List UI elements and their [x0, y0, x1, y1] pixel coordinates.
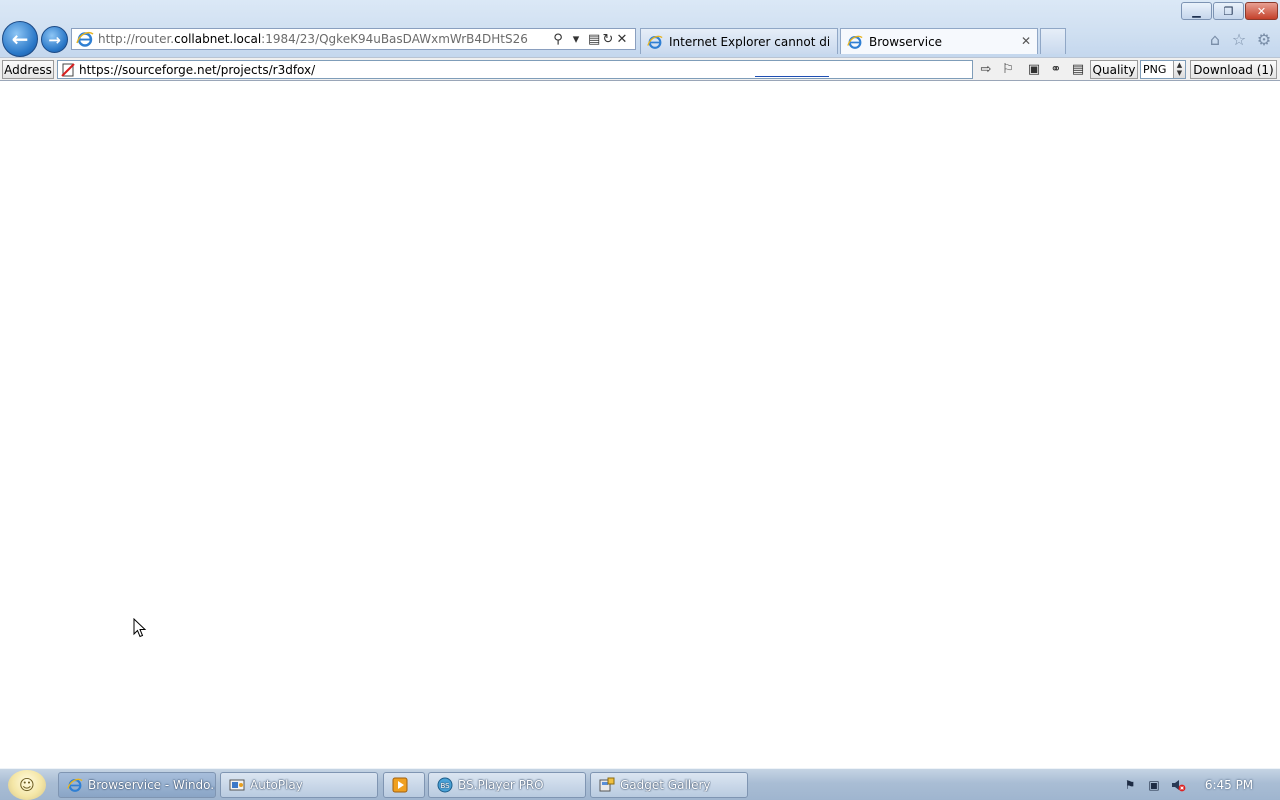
browservice-toolbar: Address ⇨ ⚐ ▣ ⚭ ▤ Quality PNG ▲▼ Downloa…: [0, 57, 1280, 81]
page-content[interactable]: [0, 76, 1280, 768]
quality-select[interactable]: PNG ▲ ▼: [1140, 60, 1186, 79]
clipboard-icon[interactable]: ▤: [1068, 60, 1088, 79]
new-tab-button[interactable]: [1040, 28, 1066, 54]
taskbar-item-label: AutoPlay: [250, 778, 303, 792]
link-underline: [755, 76, 829, 77]
ie-logo-icon: [847, 35, 863, 49]
tab-title: Internet Explorer cannot displa...: [669, 34, 829, 49]
binoculars-find-icon[interactable]: ⚭: [1046, 60, 1066, 79]
taskbar-item-browservice[interactable]: Browservice - Windo...: [58, 772, 216, 798]
taskbar: ☺ Browservice - Windo... AutoPlay BS BS.…: [0, 768, 1280, 800]
close-icon: ✕: [1256, 4, 1267, 18]
restore-button[interactable]: ❐: [1213, 2, 1244, 20]
back-button[interactable]: ←: [2, 21, 38, 57]
url-rest: :1984/23/QgkeK94uBasDAWxmWrB4DHtS26OONJg…: [261, 32, 528, 46]
address-label: Address: [2, 60, 54, 79]
url-bar[interactable]: http://router.collabnet.local:1984/23/Qg…: [71, 28, 636, 50]
search-icon[interactable]: ⚲: [552, 32, 564, 47]
taskbar-item-label: Browservice - Windo...: [88, 778, 215, 792]
spinner-icon[interactable]: ▲ ▼: [1173, 61, 1185, 78]
refresh-icon[interactable]: ↻: [602, 32, 614, 47]
taskbar-item-media-player[interactable]: [383, 772, 425, 798]
favorites-star-icon[interactable]: ☆: [1229, 29, 1249, 49]
address-field[interactable]: [57, 60, 973, 79]
home-icon[interactable]: ⌂: [1205, 29, 1225, 49]
media-player-icon: [392, 777, 408, 793]
tab-ie-error[interactable]: Internet Explorer cannot displa...: [640, 28, 838, 54]
url-text[interactable]: http://router.collabnet.local:1984/23/Qg…: [98, 32, 528, 46]
url-prefix: http://router.: [98, 32, 175, 46]
taskbar-item-bsplayer[interactable]: BS BS.Player PRO: [428, 772, 586, 798]
taskbar-item-gadget-gallery[interactable]: Gadget Gallery: [590, 772, 748, 798]
quality-label: Quality: [1090, 60, 1138, 79]
minimize-icon: ▁: [1192, 4, 1201, 18]
volume-muted-icon[interactable]: [1170, 777, 1186, 793]
restore-icon: ❐: [1223, 4, 1234, 18]
taskbar-item-label: BS.Player PRO: [458, 778, 544, 792]
minimize-button[interactable]: ▁: [1181, 2, 1212, 20]
autoplay-icon: [229, 779, 245, 791]
ie-logo-icon: [76, 31, 94, 47]
action-center-flag-icon[interactable]: ⚑: [1122, 777, 1138, 793]
close-tab-icon[interactable]: ✕: [1021, 34, 1031, 48]
ie-logo-icon: [647, 35, 663, 49]
address-input[interactable]: [79, 62, 959, 77]
browser-chrome: ▁ ❐ ✕ ← → http://router.collabnet.local:…: [0, 0, 1280, 57]
gadget-gallery-icon: [599, 777, 615, 792]
taskbar-item-autoplay[interactable]: AutoPlay: [220, 772, 378, 798]
gear-icon[interactable]: ⚙: [1254, 29, 1274, 49]
stop-icon[interactable]: ✕: [616, 32, 628, 47]
network-icon[interactable]: ▣: [1146, 777, 1162, 793]
taskbar-item-label: Gadget Gallery: [620, 778, 711, 792]
start-button[interactable]: ☺: [8, 770, 46, 800]
chevron-down-icon[interactable]: ▾: [570, 32, 582, 47]
ie-logo-icon: [67, 778, 83, 792]
quality-value: PNG: [1143, 63, 1167, 76]
mouse-cursor-icon: [133, 618, 147, 638]
bsplayer-icon: BS: [437, 777, 453, 793]
url-host: collabnet.local: [174, 32, 262, 46]
forward-arrow-icon: →: [48, 30, 61, 49]
back-arrow-icon: ←: [11, 27, 29, 51]
svg-text:BS: BS: [440, 782, 450, 790]
tab-browservice[interactable]: Browservice ✕: [840, 28, 1038, 54]
certificate-warning-icon: [61, 62, 75, 77]
clock[interactable]: 6:45 PM: [1194, 778, 1264, 792]
compatibility-view-icon[interactable]: ▤: [588, 32, 600, 47]
download-button[interactable]: Download (1): [1190, 60, 1277, 79]
bookmark-icon[interactable]: ⚐: [998, 60, 1018, 79]
document-icon[interactable]: ▣: [1024, 60, 1044, 79]
close-window-button[interactable]: ✕: [1245, 2, 1278, 20]
start-logo-icon: ☺: [19, 776, 35, 794]
forward-button[interactable]: →: [41, 26, 68, 53]
go-arrow-icon[interactable]: ⇨: [976, 60, 996, 79]
tab-title: Browservice: [869, 34, 943, 49]
